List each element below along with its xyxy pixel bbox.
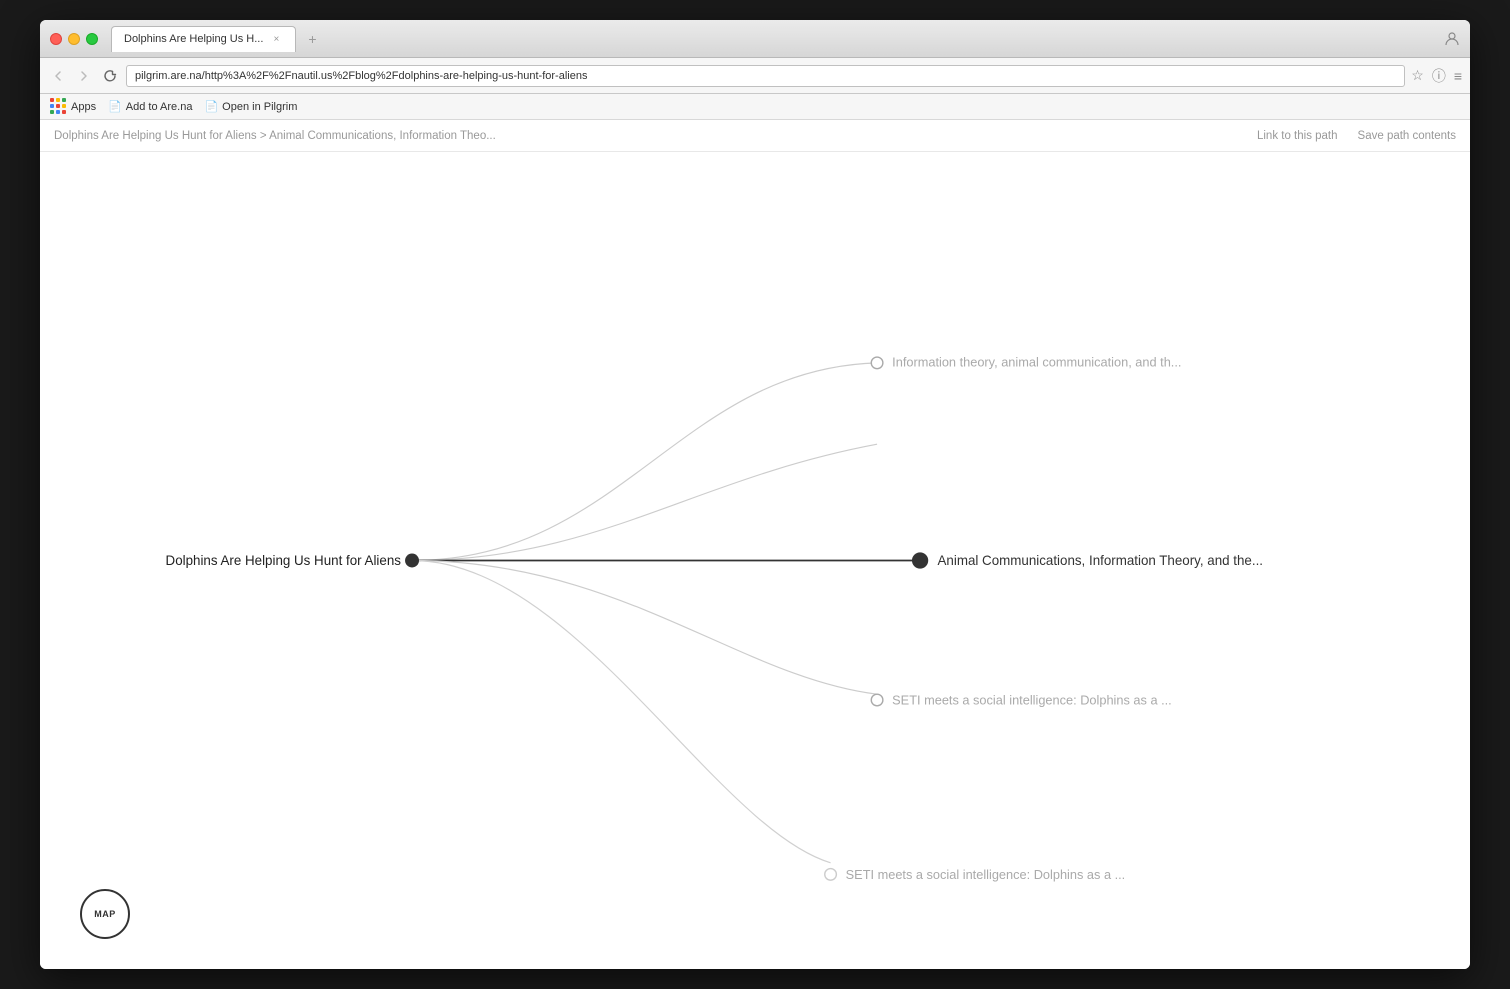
info-icon[interactable]: ⓘ [1432, 66, 1446, 86]
edge-to-bottom [412, 561, 831, 863]
menu-icon[interactable]: ≡ [1454, 68, 1462, 84]
forward-button[interactable] [74, 66, 94, 86]
maximize-button[interactable] [86, 33, 98, 45]
edge-to-lower [412, 561, 877, 695]
bottom-node-label: SETI meets a social intelligence: Dolphi… [846, 867, 1126, 882]
user-icon [1444, 31, 1460, 47]
apps-bookmark[interactable]: Apps [50, 98, 96, 115]
pilgrim-doc-icon: 📄 [204, 100, 218, 113]
address-right-controls: ☆ ⓘ ≡ [1411, 66, 1462, 86]
url-text: pilgrim.are.na/http%3A%2F%2Fnautil.us%2F… [135, 70, 587, 82]
bookmark-doc-icon: 📄 [108, 100, 122, 113]
url-bar[interactable]: pilgrim.are.na/http%3A%2F%2Fnautil.us%2F… [126, 65, 1405, 87]
open-in-pilgrim-label: Open in Pilgrim [222, 101, 297, 113]
bottom-node[interactable] [825, 869, 837, 881]
top-node[interactable] [871, 357, 883, 369]
map-button-label: MAP [94, 909, 116, 919]
edge-to-top [412, 363, 877, 561]
map-button[interactable]: MAP [80, 889, 130, 939]
main-content: Dolphins Are Helping Us Hunt for Aliens … [40, 152, 1470, 969]
title-bar: Dolphins Are Helping Us H... × + [40, 20, 1470, 58]
lower-mid-node[interactable] [871, 694, 883, 706]
minimize-button[interactable] [68, 33, 80, 45]
address-bar: pilgrim.are.na/http%3A%2F%2Fnautil.us%2F… [40, 58, 1470, 94]
add-to-arena-label: Add to Are.na [126, 101, 193, 113]
reload-button[interactable] [100, 66, 120, 86]
tab-title: Dolphins Are Helping Us H... [124, 33, 263, 45]
left-node[interactable] [405, 554, 419, 568]
close-button[interactable] [50, 33, 62, 45]
network-visualization: Dolphins Are Helping Us Hunt for Aliens … [40, 152, 1470, 969]
edge-to-upper-mid [412, 444, 877, 560]
tab-close-button[interactable]: × [269, 32, 283, 46]
bookmarks-bar: Apps 📄 Add to Are.na 📄 Open in Pilgrim [40, 94, 1470, 120]
open-in-pilgrim-bookmark[interactable]: 📄 Open in Pilgrim [204, 100, 297, 113]
new-tab-button[interactable]: + [298, 26, 326, 52]
bookmark-star-icon[interactable]: ☆ [1411, 67, 1424, 84]
traffic-lights [50, 33, 98, 45]
apps-label: Apps [71, 101, 96, 113]
left-node-label: Dolphins Are Helping Us Hunt for Aliens [166, 553, 402, 568]
add-to-arena-bookmark[interactable]: 📄 Add to Are.na [108, 100, 192, 113]
active-tab[interactable]: Dolphins Are Helping Us H... × [111, 26, 296, 52]
breadcrumb-bar: Dolphins Are Helping Us Hunt for Aliens … [40, 120, 1470, 152]
window-controls-right [1444, 31, 1460, 47]
breadcrumb-text: Dolphins Are Helping Us Hunt for Aliens … [54, 130, 1257, 142]
center-node[interactable] [912, 552, 928, 568]
breadcrumb-actions: Link to this path Save path contents [1257, 130, 1456, 142]
browser-window: Dolphins Are Helping Us H... × + [40, 20, 1470, 969]
tab-bar: Dolphins Are Helping Us H... × + [111, 26, 1444, 52]
link-to-path-button[interactable]: Link to this path [1257, 130, 1338, 142]
apps-grid-icon [50, 98, 67, 115]
center-node-label: Animal Communications, Information Theor… [938, 553, 1263, 568]
top-node-label: Information theory, animal communication… [892, 354, 1181, 369]
back-button[interactable] [48, 66, 68, 86]
save-path-button[interactable]: Save path contents [1358, 130, 1456, 142]
lower-mid-node-label: SETI meets a social intelligence: Dolphi… [892, 693, 1172, 708]
